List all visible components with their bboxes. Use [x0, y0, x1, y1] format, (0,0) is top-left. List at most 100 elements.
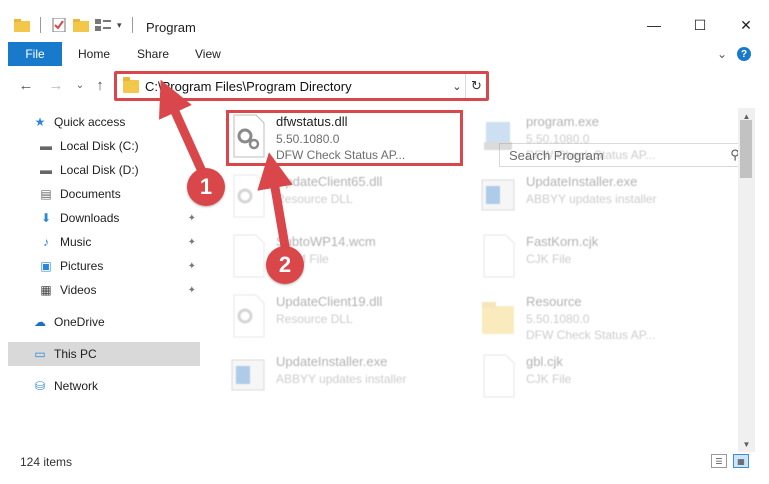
view-toggle: ☰ ▦: [711, 454, 749, 468]
maximize-button[interactable]: ☐: [677, 10, 723, 40]
file-name: FastKorn.cjk: [526, 234, 599, 249]
window-title: Program: [146, 20, 196, 35]
drive-icon: ▬: [40, 163, 52, 177]
file-description: ABBYY updates installer: [276, 372, 407, 386]
drive-icon: ▬: [40, 139, 52, 153]
file-description: Resource DLL: [276, 192, 353, 206]
recent-locations-button[interactable]: ⌄: [70, 75, 90, 95]
file-description: ABBYY updates installer: [526, 192, 657, 206]
list-item[interactable]: gbl.cjk CJK File: [460, 350, 700, 406]
sidebar-item-videos[interactable]: ▦ Videos ✦: [38, 278, 200, 302]
list-item[interactable]: UpdateClient65.dll Resource DLL: [210, 170, 450, 226]
back-button[interactable]: ←: [16, 75, 36, 95]
blank-file-icon: [483, 354, 515, 398]
expand-ribbon-icon[interactable]: ⌄: [717, 47, 727, 61]
ribbon-tabs: File Home Share View ⌄ ?: [0, 42, 769, 68]
file-version: 5.50.1080.0: [526, 132, 590, 146]
file-name: gbl.cjk: [526, 354, 563, 369]
list-item[interactable]: UpdateInstaller.exe ABBYY updates instal…: [210, 350, 450, 406]
ribbon-right-controls: ⌄ ?: [717, 47, 751, 61]
documents-icon: ▤: [40, 187, 52, 201]
forward-button[interactable]: →: [46, 75, 66, 95]
sidebar-item-quick-access[interactable]: ★ Quick access: [32, 110, 200, 134]
sidebar-item-label: Documents: [60, 187, 121, 201]
file-name: UpdateInstaller.exe: [526, 174, 638, 189]
sidebar-item-label: Network: [54, 379, 99, 393]
sidebar-item-label: Local Disk (D:): [60, 163, 139, 177]
title-bar: ▾ Program — ☐ ✕: [0, 0, 769, 42]
music-icon: ♪: [43, 235, 49, 249]
address-highlight: [114, 71, 489, 101]
file-name: UpdateClient65.dll: [276, 174, 383, 189]
file-description: Resource DLL: [276, 312, 353, 326]
file-name: program.exe: [526, 114, 599, 129]
status-bar: 124 items ☰ ▦: [0, 452, 769, 472]
sidebar-item-label: This PC: [54, 347, 97, 361]
customize-qat-icon[interactable]: ▾: [117, 20, 122, 31]
new-folder-icon[interactable]: [73, 18, 89, 32]
scroll-thumb[interactable]: [740, 120, 752, 178]
blank-file-icon: [233, 234, 265, 278]
sidebar-item-label: Downloads: [60, 211, 120, 225]
installer-icon: [481, 179, 515, 211]
sidebar-item-label: Local Disk (C:): [60, 139, 139, 153]
tab-view[interactable]: View: [195, 42, 221, 66]
sidebar-item-downloads[interactable]: ⬇ Downloads ✦: [38, 206, 200, 230]
quick-access-toolbar: ▾: [14, 17, 137, 33]
sidebar-item-onedrive[interactable]: ☁ OneDrive: [32, 310, 200, 334]
help-icon[interactable]: ?: [737, 47, 751, 61]
pictures-icon: ▣: [40, 259, 52, 273]
installer-icon: [231, 359, 265, 391]
list-item[interactable]: UpdateClient19.dll Resource DLL: [210, 290, 450, 346]
toolbar-separator: [40, 17, 41, 33]
sidebar-item-label: OneDrive: [54, 315, 105, 329]
computer-icon: ▭: [34, 347, 46, 361]
list-item[interactable]: SubtoWP14.wcm WCM File: [210, 230, 450, 286]
file-description: DFW Check Status AP...: [526, 148, 656, 162]
onedrive-icon: ☁: [34, 315, 46, 329]
scroll-down-icon[interactable]: ▼: [738, 436, 755, 452]
tab-home[interactable]: Home: [78, 42, 110, 66]
list-item[interactable]: UpdateInstaller.exe ABBYY updates instal…: [460, 170, 700, 226]
videos-icon: ▦: [40, 283, 52, 297]
folder-icon: [482, 302, 514, 334]
up-button[interactable]: ↑: [90, 75, 110, 95]
file-description: CJK File: [526, 372, 572, 386]
list-item[interactable]: Resource 5.50.1080.0 DFW Check Status AP…: [460, 290, 700, 346]
properties-icon[interactable]: [51, 18, 67, 32]
window-controls: — ☐ ✕: [631, 10, 769, 40]
sidebar-item-pictures[interactable]: ▣ Pictures ✦: [38, 254, 200, 278]
exe-file-icon: [484, 122, 512, 150]
downloads-icon: ⬇: [40, 211, 52, 225]
details-view-icon[interactable]: ☰: [711, 454, 727, 468]
file-name: Resource: [526, 294, 582, 309]
tab-file[interactable]: File: [8, 42, 62, 66]
list-item[interactable]: FastKorn.cjk CJK File: [460, 230, 700, 286]
sidebar-item-network[interactable]: ⛁ Network: [32, 374, 200, 398]
navigation-pane: ★ Quick access ▬ Local Disk (C:) ▬ Local…: [0, 108, 205, 448]
pin-icon: ✦: [187, 284, 196, 296]
list-item[interactable]: program.exe 5.50.1080.0 DFW Check Status…: [460, 110, 700, 166]
callout-badge-1: 1: [187, 168, 225, 206]
folder-icon: [14, 19, 30, 32]
close-button[interactable]: ✕: [723, 10, 769, 40]
minimize-button[interactable]: —: [631, 10, 677, 40]
sidebar-item-documents[interactable]: ▤ Documents: [38, 182, 200, 206]
sidebar-item-label: Quick access: [54, 115, 126, 129]
sidebar-item-this-pc[interactable]: ▭ This PC: [8, 342, 200, 366]
sidebar-item-local-disk-d[interactable]: ▬ Local Disk (D:): [38, 158, 200, 182]
file-description: CJK File: [526, 252, 572, 266]
sidebar-item-music[interactable]: ♪ Music ✦: [38, 230, 200, 254]
sidebar-item-label: Music: [60, 235, 92, 249]
large-icons-view-icon[interactable]: ▦: [733, 454, 749, 468]
file-name: UpdateClient19.dll: [276, 294, 383, 309]
network-icon: ⛁: [34, 379, 46, 393]
sidebar-item-label: Videos: [60, 283, 97, 297]
sidebar-item-local-disk-c[interactable]: ▬ Local Disk (C:): [38, 134, 200, 158]
tab-share[interactable]: Share: [137, 42, 169, 66]
title-separator: [131, 17, 133, 33]
vertical-scrollbar[interactable]: ▲ ▼: [738, 108, 755, 452]
file-version: 5.50.1080.0: [526, 312, 590, 326]
view-options-icon[interactable]: [95, 18, 111, 32]
dll-file-icon: [233, 174, 265, 218]
